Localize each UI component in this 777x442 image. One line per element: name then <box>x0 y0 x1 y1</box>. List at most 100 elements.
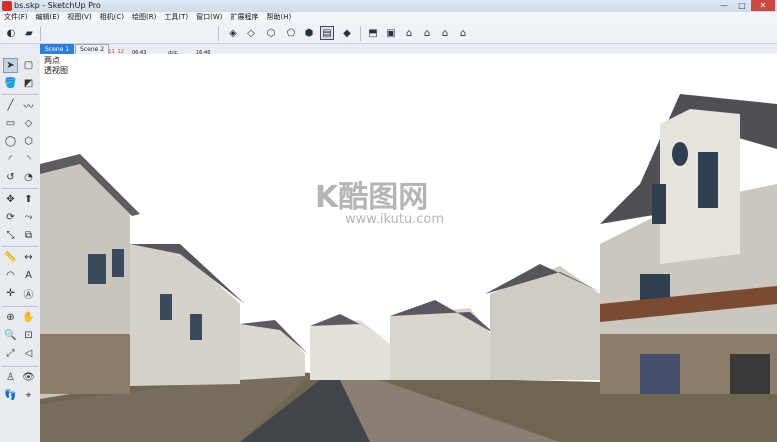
menu-extensions[interactable]: 扩展程序 <box>226 12 262 23</box>
tab-scene-2[interactable]: Scene 2 <box>75 44 110 54</box>
two-point-arc-icon[interactable]: ◝ <box>21 152 36 167</box>
left-house-mid <box>130 244 240 386</box>
scale-tool-icon[interactable]: ⤡ <box>3 228 18 243</box>
view-type-label: 透视图 <box>44 66 68 75</box>
tab-scene-1[interactable]: Scene 1 <box>40 44 75 54</box>
monochrome-style-icon[interactable]: ◆ <box>340 26 354 40</box>
garage-door <box>730 354 770 394</box>
minimize-button[interactable]: — <box>715 0 733 11</box>
large-tool-set: ➤ ▢ 🪣 ◩ ╱ 〰 ▭ ◇ ◯ ⬡ ◜ ◝ ↺ ◔ ✥ ⬆ ⟳ ⤳ ⤡ ⧉ … <box>0 54 41 442</box>
tool-separator <box>2 306 38 307</box>
section-plane-icon[interactable]: ⌖ <box>21 388 36 403</box>
maximize-button[interactable]: □ <box>733 0 751 11</box>
window-title: bs.skp - SketchUp Pro <box>14 1 101 10</box>
previous-view-icon[interactable]: ◁ <box>21 346 36 361</box>
polygon-tool-icon[interactable]: ⬡ <box>21 134 36 149</box>
line-tool-icon[interactable]: ╱ <box>3 98 18 113</box>
section-toggle-icon[interactable]: ▰ <box>22 26 36 40</box>
hidden-geometry-icon[interactable]: ◐ <box>4 26 18 40</box>
tool-separator <box>2 188 38 189</box>
model-viewport[interactable]: 两点 透视图 K酷图网 www.ikutu.com <box>40 54 777 442</box>
window <box>88 254 106 284</box>
left-view-icon[interactable]: ⌂ <box>456 26 470 40</box>
window <box>652 184 666 224</box>
follow-me-icon[interactable]: ⤳ <box>21 210 36 225</box>
shaded-textures-style-icon[interactable]: ▤ <box>320 26 334 40</box>
toolbar-separator <box>40 26 41 41</box>
move-tool-icon[interactable]: ✥ <box>3 192 18 207</box>
tool-separator <box>2 94 38 95</box>
scene-tabs: Scene 1 Scene 2 <box>40 44 110 54</box>
menu-view[interactable]: 视图(V) <box>63 12 95 23</box>
main-toolbar: ◐ ▰ 1 2 3 4 5 6 7 8 9 10 11 12 06:43 中午 … <box>0 23 777 60</box>
pan-tool-icon[interactable]: ✋ <box>21 310 36 325</box>
camera-info-overlay: 两点 透视图 <box>44 56 68 76</box>
menu-edit[interactable]: 编辑(E) <box>32 12 64 23</box>
tool-separator <box>2 246 38 247</box>
window <box>112 249 124 277</box>
toolbar-separator <box>218 26 219 41</box>
rectangle-tool-icon[interactable]: ▭ <box>3 116 18 131</box>
watermark: K酷图网 www.ikutu.com <box>315 172 444 227</box>
menu-help[interactable]: 帮助(H) <box>262 12 295 23</box>
paint-bucket-icon[interactable]: 🪣 <box>3 76 18 91</box>
center-house <box>310 320 390 380</box>
round-window <box>672 142 688 166</box>
position-camera-icon[interactable]: ♙ <box>3 370 18 385</box>
component-tool-icon[interactable]: ▢ <box>21 58 36 73</box>
text-tool-icon[interactable]: A <box>21 268 36 283</box>
look-around-icon[interactable]: 👁 <box>21 370 36 385</box>
zoom-tool-icon[interactable]: 🔍 <box>3 328 18 343</box>
3d-text-icon[interactable]: Ⓐ <box>21 286 36 301</box>
dimension-tool-icon[interactable]: ↔ <box>21 250 36 265</box>
garage-door <box>640 354 680 394</box>
orbit-tool-icon[interactable]: ⊕ <box>3 310 18 325</box>
stone-base <box>40 334 130 394</box>
sketchup-app-icon <box>2 1 12 11</box>
pie-tool-icon[interactable]: ◔ <box>21 170 36 185</box>
eraser-icon[interactable]: ◩ <box>21 76 36 91</box>
front-view-icon[interactable]: ⌂ <box>402 26 416 40</box>
window <box>698 152 718 208</box>
toolbar-separator <box>360 26 361 41</box>
back-edges-style-icon[interactable]: ◇ <box>244 26 258 40</box>
menu-tools[interactable]: 工具(T) <box>160 12 192 23</box>
tool-separator <box>2 366 38 367</box>
window-controls: — □ ✕ <box>715 0 775 12</box>
rotate-tool-icon[interactable]: ⟳ <box>3 210 18 225</box>
three-point-arc-icon[interactable]: ↺ <box>3 170 18 185</box>
close-button[interactable]: ✕ <box>751 0 775 11</box>
watermark-logo: K酷图网 <box>315 180 429 215</box>
top-view-icon[interactable]: ▣ <box>384 26 398 40</box>
zoom-extents-icon[interactable]: ⤢ <box>3 346 18 361</box>
zoom-window-icon[interactable]: ⊡ <box>21 328 36 343</box>
right-view-icon[interactable]: ⌂ <box>420 26 434 40</box>
shaded-style-icon[interactable]: ⬢ <box>302 26 316 40</box>
perspective-mode-label: 两点 <box>44 56 60 65</box>
window <box>160 294 172 320</box>
xray-style-icon[interactable]: ◈ <box>226 26 240 40</box>
hidden-line-style-icon[interactable]: ⬠ <box>284 26 298 40</box>
left-house-far <box>240 324 305 380</box>
freehand-tool-icon[interactable]: 〰 <box>21 98 36 113</box>
back-view-icon[interactable]: ⌂ <box>438 26 452 40</box>
menu-file[interactable]: 文件(F) <box>0 12 32 23</box>
circle-tool-icon[interactable]: ◯ <box>3 134 18 149</box>
menu-draw[interactable]: 绘图(R) <box>128 12 160 23</box>
watermark-url: www.ikutu.com <box>345 212 445 227</box>
offset-tool-icon[interactable]: ⧉ <box>21 228 36 243</box>
iso-view-icon[interactable]: ⬒ <box>366 26 380 40</box>
wireframe-style-icon[interactable]: ⬡ <box>264 26 278 40</box>
axes-tool-icon[interactable]: ✛ <box>3 286 18 301</box>
rendered-street-scene <box>40 94 777 442</box>
menu-camera[interactable]: 相机(C) <box>96 12 128 23</box>
window <box>190 314 202 340</box>
rotated-rectangle-icon[interactable]: ◇ <box>21 116 36 131</box>
tape-measure-icon[interactable]: 📏 <box>3 250 18 265</box>
select-tool-icon[interactable]: ➤ <box>3 58 18 73</box>
menu-window[interactable]: 窗口(W) <box>192 12 226 23</box>
arc-tool-icon[interactable]: ◜ <box>3 152 18 167</box>
push-pull-icon[interactable]: ⬆ <box>21 192 36 207</box>
protractor-icon[interactable]: ◠ <box>3 268 18 283</box>
walk-tool-icon[interactable]: 👣 <box>3 388 18 403</box>
